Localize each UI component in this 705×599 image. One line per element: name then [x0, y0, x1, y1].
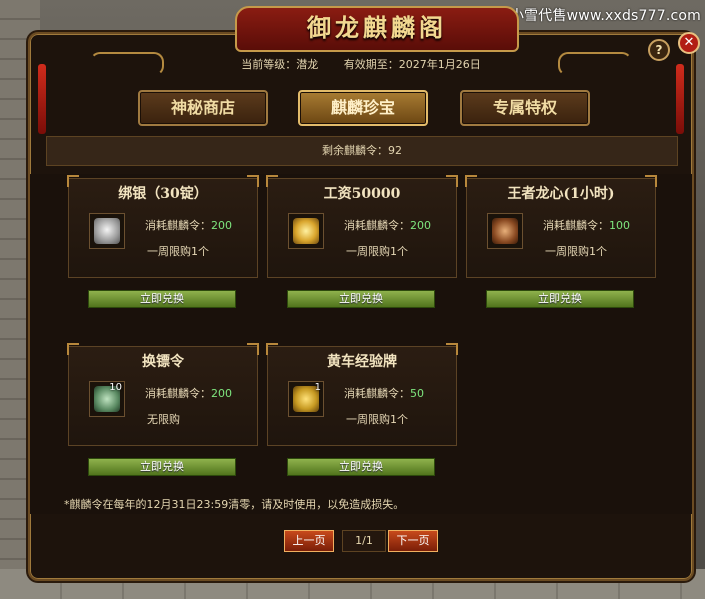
next-page-button[interactable]: 下一页 — [388, 530, 438, 552]
yellow-cart-icon[interactable]: 1 — [288, 381, 324, 417]
exchange-button[interactable]: 立即兑换 — [88, 458, 236, 476]
remaining-tokens: 剩余麒麟令：92 — [46, 136, 678, 166]
stack-count: 10 — [109, 382, 122, 393]
tab-exclusive-privilege[interactable]: 专属特权 — [460, 90, 590, 126]
item-name: 王者龙心(1小时) — [507, 186, 615, 202]
item-cost: 消耗麒麟令：100 — [543, 219, 630, 232]
item-name: 绑银（30锭） — [118, 186, 208, 202]
gold-treasure-icon[interactable] — [288, 213, 324, 249]
info-line: 当前等级：潜龙 有效期至：2027年1月26日 — [30, 56, 692, 72]
tab-mystery-shop[interactable]: 神秘商店 — [138, 90, 268, 126]
item-cost: 消耗麒麟令：200 — [344, 219, 431, 232]
purchase-limit: 一周限购1个 — [545, 245, 607, 258]
exchange-button[interactable]: 立即兑换 — [88, 290, 236, 308]
dragon-heart-icon[interactable] — [487, 213, 523, 249]
item-card: 绑银（30锭） 消耗麒麟令：200 一周限购1个 — [67, 175, 259, 278]
item-cost: 消耗麒麟令：200 — [145, 387, 232, 400]
item-card: 黄车经验牌 1 消耗麒麟令：50 一周限购1个 — [266, 343, 458, 446]
token-icon[interactable]: 10 — [89, 381, 125, 417]
purchase-limit: 一周限购1个 — [346, 413, 408, 426]
title-plate: 御龙麒麟阁 — [235, 6, 519, 52]
prev-page-button[interactable]: 上一页 — [284, 530, 334, 552]
purchase-limit: 无限购 — [147, 413, 180, 426]
exchange-button[interactable]: 立即兑换 — [287, 290, 435, 308]
tab-qilin-treasure[interactable]: 麒麟珍宝 — [298, 90, 428, 126]
stack-count: 1 — [314, 382, 321, 393]
reset-note: *麒麟令在每年的12月31日23:59清零，请及时使用，以免造成损失。 — [64, 498, 405, 511]
watermark: 小雪代售www.xxds777.com — [509, 8, 701, 24]
expiry-date: 有效期至：2027年1月26日 — [343, 58, 481, 71]
item-grid: 绑银（30锭） 消耗麒麟令：200 一周限购1个 立即兑换 工资50000 消耗… — [30, 174, 692, 514]
page-indicator: 1/1 — [342, 530, 386, 552]
item-cost: 消耗麒麟令：200 — [145, 219, 232, 232]
window-title: 御龙麒麟阁 — [307, 13, 447, 42]
cost-value: 200 — [211, 219, 232, 232]
item-cost: 消耗麒麟令：50 — [344, 387, 424, 400]
shop-window: 御龙麒麟阁 ? ✕ 当前等级：潜龙 有效期至：2027年1月26日 神秘商店 麒… — [28, 6, 700, 581]
item-name: 工资50000 — [323, 186, 401, 202]
close-icon[interactable]: ✕ — [678, 32, 700, 54]
tab-bar: 神秘商店 麒麟珍宝 专属特权 — [30, 90, 692, 126]
item-name: 换镖令 — [142, 354, 184, 370]
cost-value: 50 — [410, 387, 424, 400]
purchase-limit: 一周限购1个 — [147, 245, 209, 258]
item-name: 黄车经验牌 — [327, 354, 397, 370]
item-card: 王者龙心(1小时) 消耗麒麟令：100 一周限购1个 — [465, 175, 657, 278]
current-level: 当前等级：潜龙 — [241, 58, 319, 71]
silver-ingot-icon[interactable] — [89, 213, 125, 249]
cost-value: 200 — [211, 387, 232, 400]
item-card: 换镖令 10 消耗麒麟令：200 无限购 — [67, 343, 259, 446]
item-card: 工资50000 消耗麒麟令：200 一周限购1个 — [266, 175, 458, 278]
purchase-limit: 一周限购1个 — [346, 245, 408, 258]
cost-value: 200 — [410, 219, 431, 232]
exchange-button[interactable]: 立即兑换 — [486, 290, 634, 308]
exchange-button[interactable]: 立即兑换 — [287, 458, 435, 476]
cost-value: 100 — [609, 219, 630, 232]
